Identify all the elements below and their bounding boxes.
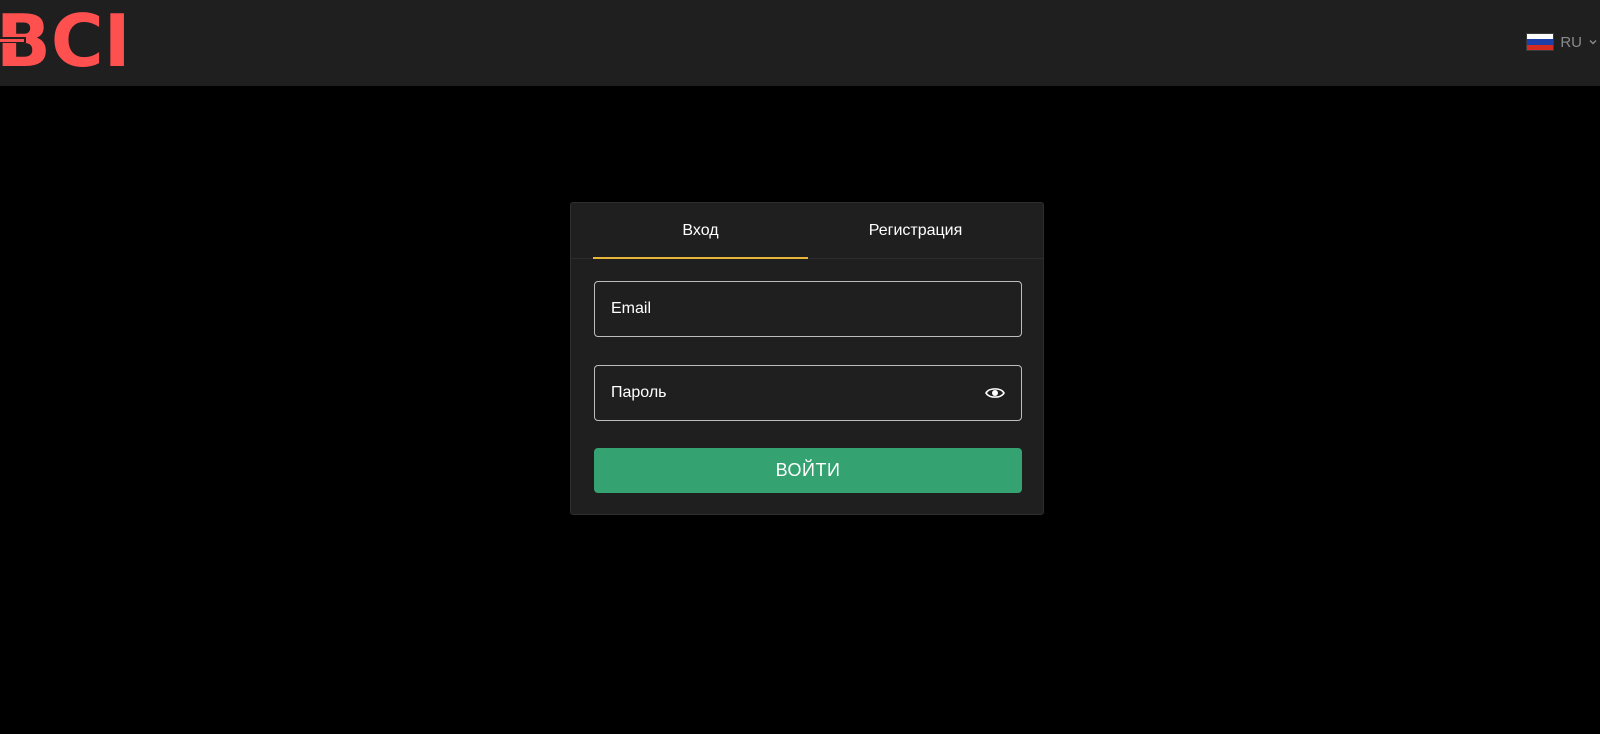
auth-card: Вход Регистрация ВОЙТИ bbox=[570, 202, 1044, 515]
bci-logo-icon: BCI bbox=[0, 6, 131, 72]
tab-register-label: Регистрация bbox=[868, 221, 963, 239]
tab-login-label: Вход bbox=[682, 221, 719, 239]
password-field[interactable] bbox=[594, 365, 1022, 421]
logo[interactable]: BCI bbox=[0, 6, 140, 72]
language-code: RU bbox=[1560, 33, 1582, 51]
email-field[interactable] bbox=[594, 281, 1022, 337]
chevron-down-icon bbox=[1589, 40, 1597, 45]
email-input[interactable] bbox=[611, 300, 1005, 318]
password-input[interactable] bbox=[611, 384, 985, 402]
language-selector[interactable]: RU bbox=[1526, 33, 1600, 51]
tab-register[interactable]: Регистрация bbox=[808, 203, 1023, 258]
eye-icon[interactable] bbox=[985, 386, 1005, 400]
top-header: BCI RU bbox=[0, 0, 1600, 86]
login-submit-button[interactable]: ВОЙТИ bbox=[594, 448, 1022, 493]
active-tab-indicator bbox=[593, 257, 808, 259]
russia-flag-icon bbox=[1526, 33, 1555, 51]
tab-login[interactable]: Вход bbox=[593, 203, 808, 258]
auth-tabs: Вход Регистрация bbox=[571, 203, 1043, 259]
